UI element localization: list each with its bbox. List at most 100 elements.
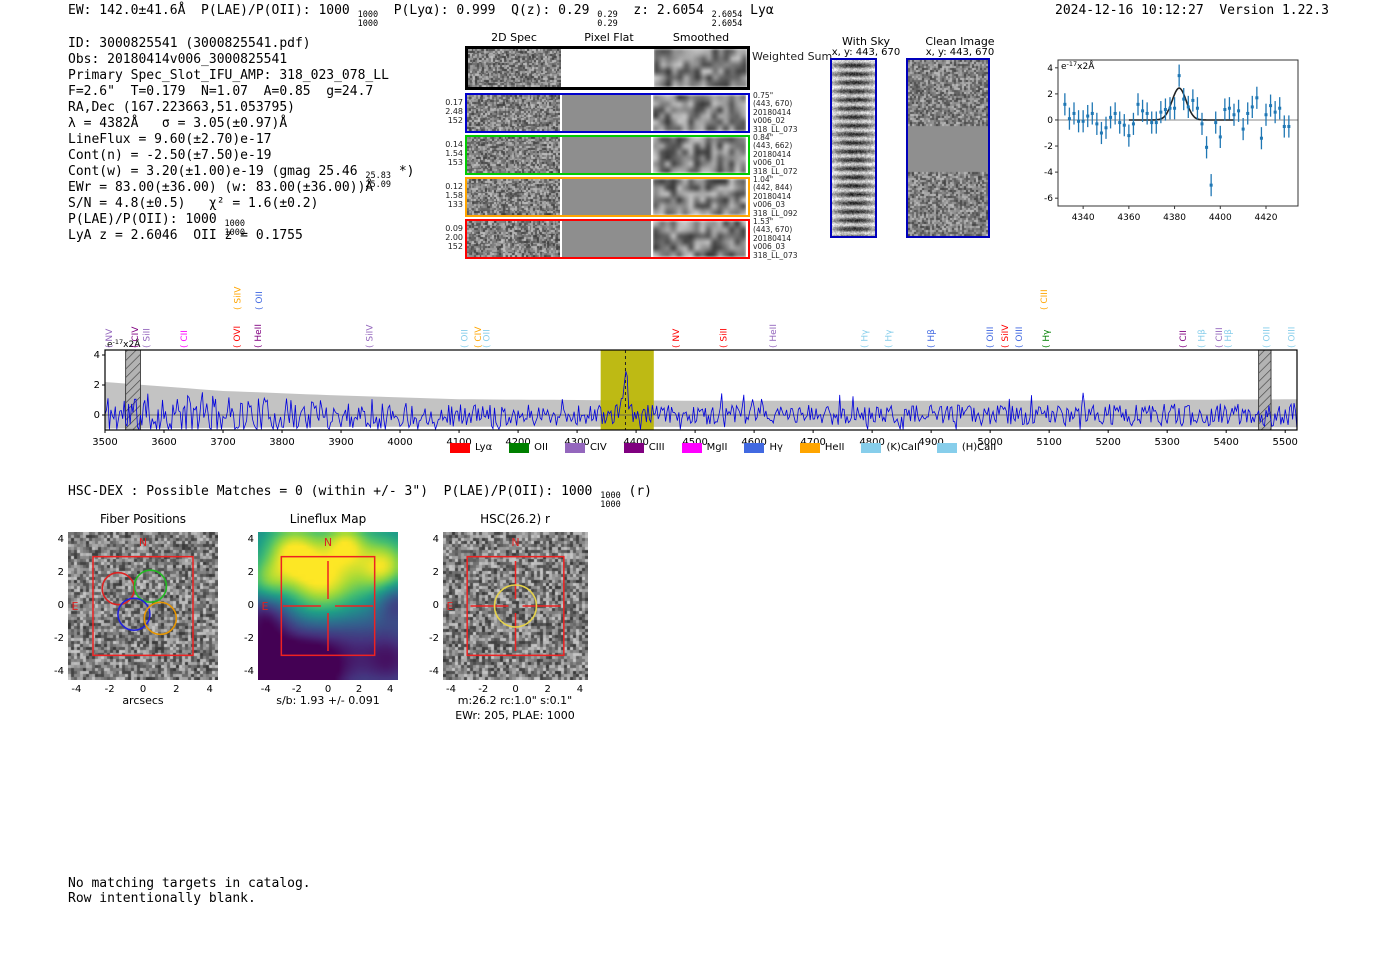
map-xtick: -4 (260, 684, 271, 695)
svg-text:5100: 5100 (1036, 437, 1061, 448)
svg-text:3800: 3800 (269, 437, 294, 448)
map-xtick: 4 (576, 684, 584, 695)
spectrum-legend: Lyα OII CIV CIII MgII Hγ HeII (K)CaII (H)CaII (450, 442, 996, 453)
lineflux-caption: s/b: 1.93 +/- 0.091 (276, 694, 380, 707)
line-marker: ( OII (255, 291, 265, 310)
line-fit-inset-chart: 4340 4360 4380 4400 4420 4 2 0 -2 -4 -6 e-17x2Å (1044, 59, 1299, 223)
fiber-weight-labels: 0.12 1.58 133 (445, 182, 463, 209)
svg-text:E: E (262, 600, 269, 613)
svg-text:-2: -2 (1044, 142, 1053, 152)
fiber-id-labels: 0.75" (443, 670) 20180414 v006_02 318_LL_073 (753, 91, 798, 134)
map-ytick: -4 (244, 665, 254, 677)
map-xtick: 2 (173, 684, 180, 695)
legend-item: OII (509, 442, 548, 453)
legend-item: CIV (564, 442, 607, 453)
hsc-cutout-title: HSC(26.2) r (480, 512, 550, 526)
legend-swatch (564, 442, 585, 453)
legend-item: (K)CaII (861, 442, 920, 453)
line-marker: ( CII (1179, 330, 1189, 348)
legend-swatch (681, 442, 702, 453)
2d-spec-image (467, 95, 560, 131)
svg-text:-4: -4 (1044, 168, 1053, 178)
svg-text:4340: 4340 (1072, 213, 1095, 223)
clean-coords: x, y: 443, 670 (925, 47, 995, 58)
legend-swatch (936, 442, 957, 453)
column-header-smoothed: Smoothed (672, 31, 730, 44)
smoothed-image (653, 137, 746, 173)
cutout-row (465, 46, 750, 90)
info-line: EWr = 83.00(±36.00) (w: 83.00(±36.00))Å (68, 180, 374, 195)
cutout-row (465, 135, 750, 175)
legend-swatch (623, 442, 644, 453)
fiber-weight-labels: 0.14 1.54 153 (445, 140, 463, 167)
header-stats: EW: 142.0±41.6Å P(LAE)/P(OII): 1000 1000… (68, 3, 774, 29)
pixel-flat-image (562, 179, 651, 215)
info-line: LyA z = 2.6046 OII z = 0.1755 (68, 228, 303, 243)
map-xtick: 4 (387, 684, 394, 695)
map-xtick: -2 (104, 684, 115, 695)
pixel-flat-image (562, 95, 651, 131)
hsc-panel: NE (443, 532, 588, 680)
weighted-sum-label: Weighted Sum (752, 50, 833, 63)
2d-spec-image (467, 137, 560, 173)
pixel-flat-image (562, 221, 651, 257)
svg-text:4420: 4420 (1255, 213, 1278, 223)
line-marker: ( CIII (1040, 289, 1050, 310)
lineflux-map-title: Lineflux Map (289, 512, 367, 526)
info-line: LineFlux = 9.60(±2.70)e-17 (68, 132, 272, 147)
line-marker: ( SiIV (365, 324, 375, 348)
line-marker: ( OII (460, 329, 470, 348)
info-line: S/N = 4.8(±0.5) χ² = 1.6(±0.2) (68, 196, 319, 211)
line-marker: ( CIV (131, 326, 141, 348)
info-line: P(LAE)/P(OII): 1000 1000 1000 (68, 212, 246, 238)
map-xtick: -4 (446, 684, 457, 695)
info-line: Primary Spec_Slot_IFU_AMP: 318_023_078_L… (68, 68, 389, 83)
svg-text:N: N (139, 536, 147, 549)
line-marker: ( Hβ (1197, 329, 1207, 348)
smoothed-image (653, 221, 746, 257)
line-marker: ( Hγ (860, 329, 870, 348)
line-marker: ( OVI (233, 326, 243, 348)
map-ytick: 0 (432, 600, 439, 611)
hsc-caption-1: m:26.2 rc:1.0" s:0.1" (457, 694, 573, 707)
line-marker: ( Hβ (1224, 329, 1234, 348)
cutout-row (465, 219, 750, 259)
svg-text:-6: -6 (1044, 194, 1053, 204)
footer-note-2: Row intentionally blank. (68, 891, 256, 906)
map-ytick: 4 (57, 534, 64, 546)
svg-text:5400: 5400 (1213, 437, 1238, 448)
line-marker: ( NV (672, 328, 682, 348)
line-marker: ( OIII (1015, 327, 1025, 348)
pixel-flat-image (562, 137, 651, 173)
legend-item: Lyα (450, 442, 492, 453)
svg-text:2: 2 (1047, 90, 1053, 100)
svg-text:3500: 3500 (92, 437, 117, 448)
line-marker: ( OIII (1262, 327, 1272, 348)
legend-swatch (799, 442, 820, 453)
line-marker: ( SiII (142, 328, 152, 348)
info-line: Obs: 20180414v006_3000825541 (68, 52, 288, 67)
map-ytick: 2 (432, 567, 439, 579)
info-line: λ = 4382Å σ = 3.05(±0.97)Å (68, 116, 288, 131)
2d-spec-image (467, 221, 560, 257)
line-marker: ( HeII (254, 324, 264, 348)
cutout-row (465, 177, 750, 217)
info-line: ID: 3000825541 (3000825541.pdf) (68, 36, 311, 51)
legend-item: (H)CaII (936, 442, 996, 453)
map-ytick: 2 (247, 567, 254, 579)
smoothed-image (653, 179, 746, 215)
line-marker: ( SiII (719, 328, 729, 348)
2d-spec-image (468, 49, 561, 87)
line-marker: ( OIII (986, 327, 996, 348)
map-xtick: 4 (206, 684, 213, 695)
svg-text:3700: 3700 (210, 437, 235, 448)
fiber-weight-labels: 0.17 2.48 152 (445, 98, 463, 125)
svg-text:3600: 3600 (151, 437, 176, 448)
map-ytick: 4 (432, 534, 439, 546)
line-marker: ( Hγ (1042, 329, 1052, 348)
line-marker: ( Hγ (885, 329, 895, 348)
fiber-id-labels: 1.53" (443, 670) 20180414 v006_03 318_LL_073 (753, 217, 798, 260)
line-marker: ( OIII (1288, 327, 1298, 348)
fiber-xlabel: arcsecs (122, 694, 164, 707)
smoothed-image (654, 49, 747, 87)
